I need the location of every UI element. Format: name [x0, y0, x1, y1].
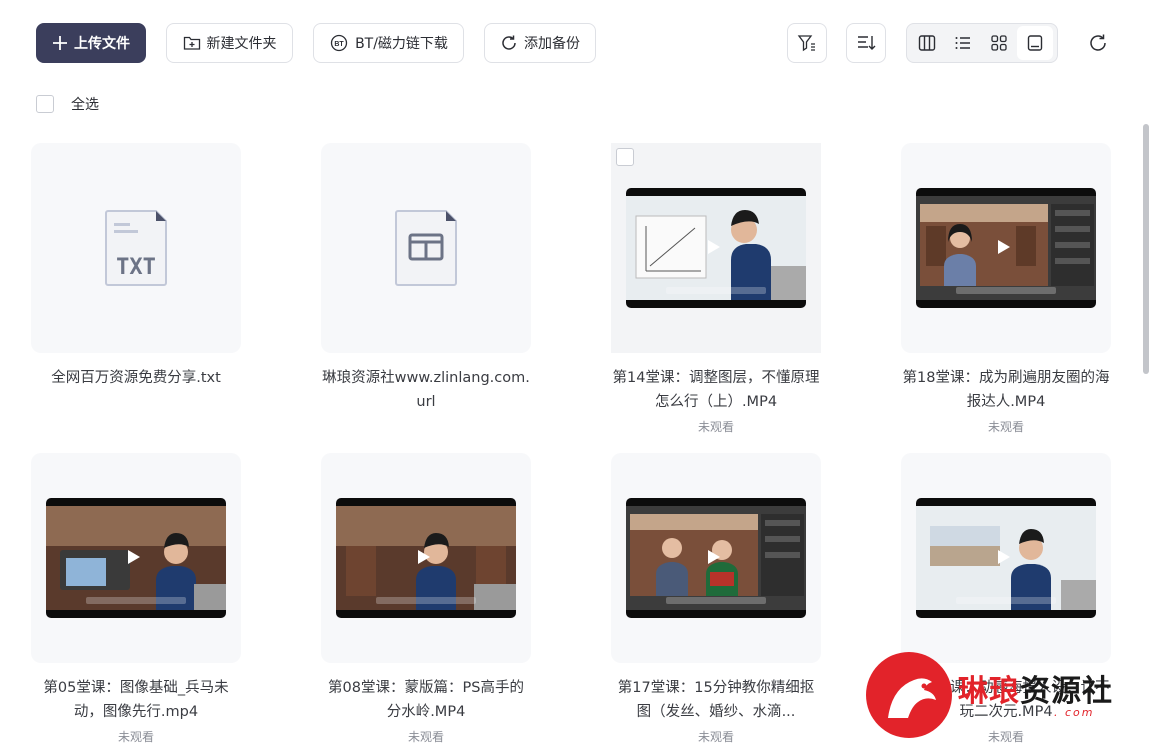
list-icon: [955, 37, 970, 49]
file-card[interactable]: 第14堂课：调整图层，不懂原理怎么行（上）.MP4 未观看: [611, 143, 821, 435]
vertical-scrollbar[interactable]: [1143, 124, 1149, 374]
add-backup-button[interactable]: 添加备份: [484, 23, 596, 63]
sync-icon: [502, 35, 516, 50]
file-card[interactable]: 第05堂课：图像基础_兵马未动，图像先行.mp4 未观看: [31, 453, 241, 745]
file-thumbnail[interactable]: [321, 143, 531, 353]
add-backup-label: 添加备份: [524, 36, 580, 52]
file-name[interactable]: 琳琅资源社www.zlinlang.com.url: [321, 366, 531, 414]
subtitle-bar: [956, 287, 1056, 294]
refresh-button[interactable]: [1083, 28, 1113, 58]
bt-download-button[interactable]: BT BT/磁力链下载: [313, 23, 464, 63]
view-list-button[interactable]: [945, 26, 981, 60]
file-name[interactable]: 全网百万资源免费分享.txt: [31, 366, 241, 390]
filter-button[interactable]: [787, 23, 827, 63]
upload-button[interactable]: 上传文件: [36, 23, 146, 63]
subtitle-bar: [666, 287, 766, 294]
view-grid-button[interactable]: [981, 26, 1017, 60]
play-icon: [708, 240, 720, 254]
subtitle-bar: [376, 597, 476, 604]
watermark-text-red: 琳琅: [958, 674, 1020, 709]
subtitle-bar: [86, 597, 186, 604]
video-preview: [916, 188, 1096, 308]
file-name[interactable]: 第08堂课：蒙版篇：PS高手的分水岭.MP4: [321, 676, 531, 724]
watermark-text-black: 资源社: [1020, 674, 1113, 709]
play-icon: [998, 550, 1010, 564]
file-card[interactable]: 第18堂课：成为刷遍朋友圈的海报达人.MP4 未观看: [901, 143, 1111, 435]
play-icon: [998, 240, 1010, 254]
folder-plus-icon: [183, 36, 200, 50]
file-name[interactable]: 第17堂课：15分钟教你精细抠图（发丝、婚纱、水滴...: [611, 676, 821, 724]
file-card[interactable]: 琳琅资源社www.zlinlang.com.url: [321, 143, 531, 414]
video-preview: [916, 498, 1096, 618]
new-folder-button[interactable]: 新建文件夹: [166, 23, 293, 63]
sort-button[interactable]: [846, 23, 886, 63]
watermark-domain: . com: [1054, 706, 1095, 719]
watch-status: 未观看: [697, 730, 734, 744]
txt-icon-label: TXT: [116, 255, 156, 280]
select-all-label: 全选: [71, 97, 99, 113]
watch-status: 未观看: [987, 420, 1024, 434]
watermark: 琳琅资源社 . com: [866, 652, 1146, 742]
subtitle-bar: [956, 597, 1056, 604]
columns-icon: [918, 35, 936, 51]
play-icon: [418, 550, 430, 564]
file-name[interactable]: 第18堂课：成为刷遍朋友圈的海报达人.MP4: [901, 366, 1111, 414]
play-icon: [708, 550, 720, 564]
sort-icon: [858, 36, 876, 50]
select-all[interactable]: 全选: [36, 94, 99, 114]
upload-label: 上传文件: [74, 36, 130, 52]
video-preview: [626, 188, 806, 308]
video-thumbnail[interactable]: [611, 143, 821, 353]
dragon-logo-icon: [866, 652, 952, 738]
video-thumbnail[interactable]: [901, 453, 1111, 663]
video-thumbnail[interactable]: [611, 453, 821, 663]
file-card[interactable]: 第08堂课：蒙版篇：PS高手的分水岭.MP4 未观看: [321, 453, 531, 745]
video-thumbnail[interactable]: [31, 453, 241, 663]
watch-status: 未观看: [117, 730, 154, 744]
thumbnail-icon: [1027, 35, 1043, 51]
video-preview: [336, 498, 516, 618]
svg-text:BT: BT: [334, 41, 344, 48]
filter-icon: [797, 35, 815, 52]
view-switcher: [906, 23, 1058, 63]
refresh-icon: [1090, 34, 1106, 51]
file-card[interactable]: TXT 全网百万资源免费分享.txt: [31, 143, 241, 390]
file-name[interactable]: 第05堂课：图像基础_兵马未动，图像先行.mp4: [31, 676, 241, 724]
video-thumbnail[interactable]: [901, 143, 1111, 353]
url-file-icon: [395, 210, 457, 286]
bt-icon: BT: [330, 34, 348, 52]
view-thumbnail-button[interactable]: [1017, 26, 1053, 60]
file-name[interactable]: 第14堂课：调整图层，不懂原理怎么行（上）.MP4: [611, 366, 821, 414]
watermark-text: 琳琅资源社: [958, 666, 1113, 710]
toolbar: 上传文件 新建文件夹 BT BT/磁力链下载 添加备份: [0, 0, 1152, 86]
file-checkbox[interactable]: [616, 148, 634, 166]
watch-status: 未观看: [697, 420, 734, 434]
file-thumbnail[interactable]: TXT: [31, 143, 241, 353]
view-columns-button[interactable]: [909, 26, 945, 60]
bt-download-label: BT/磁力链下载: [355, 36, 448, 52]
video-preview: [626, 498, 806, 618]
grid-icon: [991, 35, 1007, 51]
subtitle-bar: [666, 597, 766, 604]
select-all-checkbox[interactable]: [36, 95, 54, 113]
watch-status: 未观看: [407, 730, 444, 744]
file-card[interactable]: 第17堂课：15分钟教你精细抠图（发丝、婚纱、水滴... 未观看: [611, 453, 821, 745]
play-icon: [128, 550, 140, 564]
new-folder-label: 新建文件夹: [206, 36, 277, 52]
video-preview: [46, 498, 226, 618]
plus-icon: [53, 36, 67, 50]
video-thumbnail[interactable]: [321, 453, 531, 663]
